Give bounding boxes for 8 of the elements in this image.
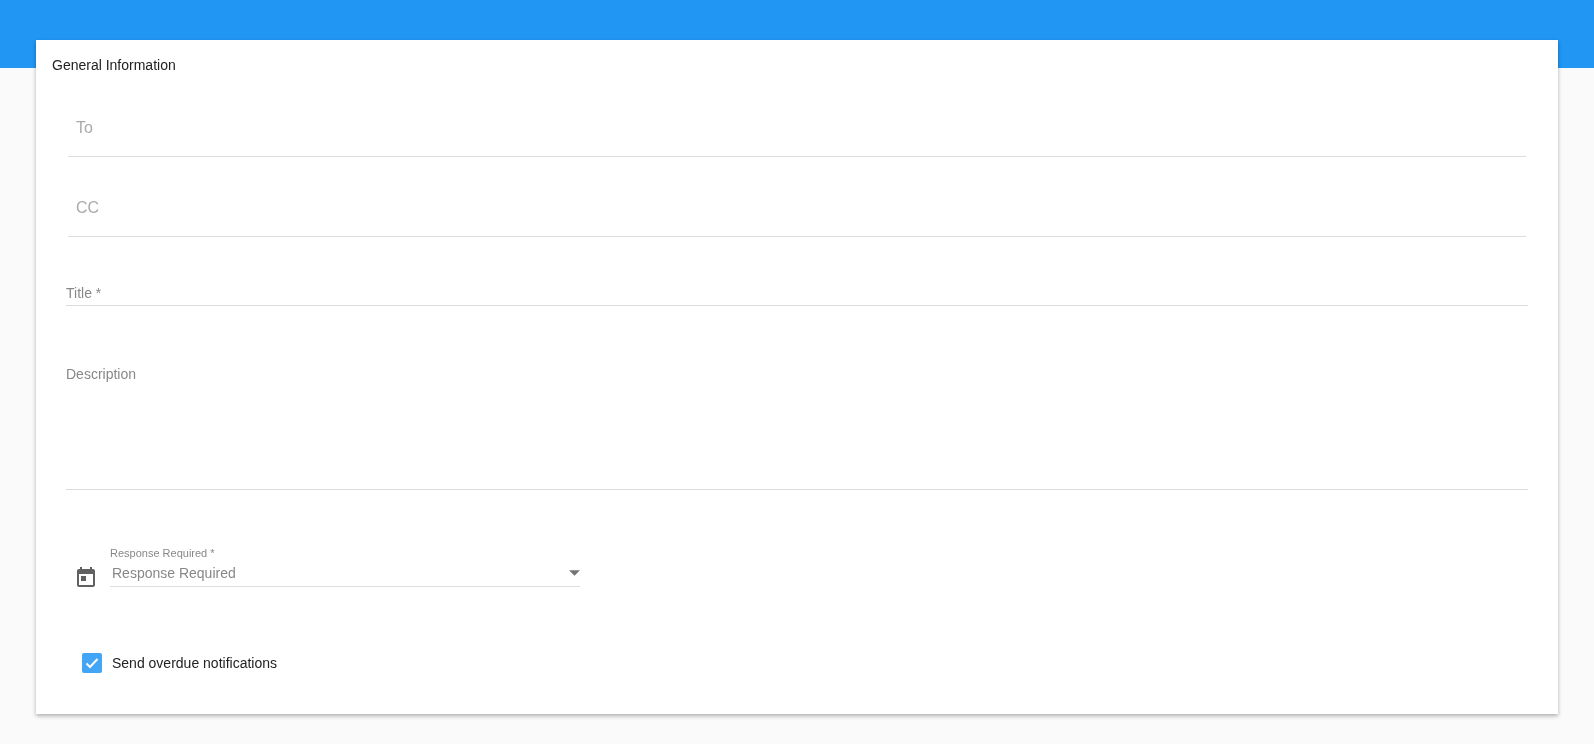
calendar-icon <box>74 565 98 589</box>
caret-icon <box>569 570 580 576</box>
checkbox[interactable] <box>82 653 102 673</box>
textarea-field[interactable]: Description <box>66 366 1528 490</box>
checkbox-label: Send overdue notifications <box>112 655 277 671</box>
input-field[interactable]: Title * <box>66 285 1528 306</box>
card-title: General Information <box>52 57 177 73</box>
select-field[interactable]: Response Required * Response Required <box>110 547 580 587</box>
